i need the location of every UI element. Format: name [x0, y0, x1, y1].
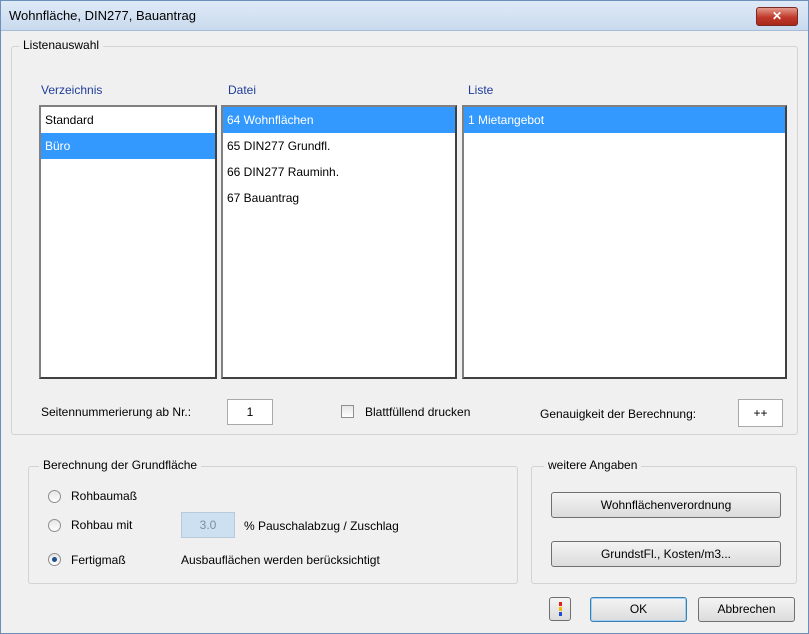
list-item-64[interactable]: 64 Wohnflächen: [223, 107, 455, 133]
title-bar[interactable]: Wohnfläche, DIN277, Bauantrag ✕: [1, 1, 808, 31]
datei-list[interactable]: 64 Wohnflächen 65 DIN277 Grundfl. 66 DIN…: [221, 105, 457, 379]
rohbau-mit-radio[interactable]: [48, 519, 61, 532]
genauigkeit-input[interactable]: ++: [738, 399, 783, 427]
list-item-standard[interactable]: Standard: [41, 107, 215, 133]
grundst-kosten-button[interactable]: GrundstFl., Kosten/m3...: [551, 541, 781, 567]
blattfuellend-label: Blattfüllend drucken: [365, 405, 471, 419]
blattfuellend-checkbox[interactable]: [341, 405, 354, 418]
radio-dot: [52, 557, 57, 562]
abbrechen-button[interactable]: Abbrechen: [698, 597, 795, 622]
ausbau-label: Ausbauflächen werden berücksichtigt: [181, 553, 380, 567]
list-item-66[interactable]: 66 DIN277 Rauminh.: [223, 159, 455, 185]
seitennummerierung-label: Seitennummerierung ab Nr.:: [41, 405, 192, 419]
datei-header: Datei: [228, 83, 257, 97]
list-item-mietangebot[interactable]: 1 Mietangebot: [464, 107, 785, 133]
pauschal-label: % Pauschalabzug / Zuschlag: [244, 519, 399, 533]
berechnung-legend: Berechnung der Grundfläche: [39, 458, 202, 472]
liste-list[interactable]: 1 Mietangebot: [462, 105, 787, 379]
fertigmass-radio[interactable]: [48, 553, 61, 566]
rohbau-mit-label: Rohbau mit: [71, 518, 133, 532]
close-button[interactable]: ✕: [756, 7, 798, 26]
window-title: Wohnfläche, DIN277, Bauantrag: [9, 8, 196, 23]
verzeichnis-list[interactable]: Standard Büro: [39, 105, 217, 379]
color-palette-button[interactable]: [549, 597, 571, 621]
color-bar-red: [559, 602, 562, 606]
color-bar-yellow: [559, 607, 562, 611]
genauigkeit-label: Genauigkeit der Berechnung:: [540, 407, 697, 421]
rohbaumass-radio[interactable]: [48, 490, 61, 503]
color-bar-blue: [559, 612, 562, 616]
liste-header: Liste: [468, 83, 494, 97]
seitennummerierung-input[interactable]: 1: [227, 399, 273, 425]
list-item-65[interactable]: 65 DIN277 Grundfl.: [223, 133, 455, 159]
dialog-window: Wohnfläche, DIN277, Bauantrag ✕ Listenau…: [0, 0, 809, 634]
fertigmass-label: Fertigmaß: [71, 553, 126, 567]
list-item-67[interactable]: 67 Bauantrag: [223, 185, 455, 211]
weitere-legend: weitere Angaben: [544, 458, 642, 472]
ok-button[interactable]: OK: [590, 597, 687, 622]
rohbaumass-label: Rohbaumaß: [71, 489, 138, 503]
pauschal-input[interactable]: 3.0: [181, 512, 235, 538]
verzeichnis-header: Verzeichnis: [41, 83, 103, 97]
list-item-buero[interactable]: Büro: [41, 133, 215, 159]
listenauswahl-legend: Listenauswahl: [19, 38, 104, 52]
wohnflaechenverordnung-button[interactable]: Wohnflächenverordnung: [551, 492, 781, 518]
